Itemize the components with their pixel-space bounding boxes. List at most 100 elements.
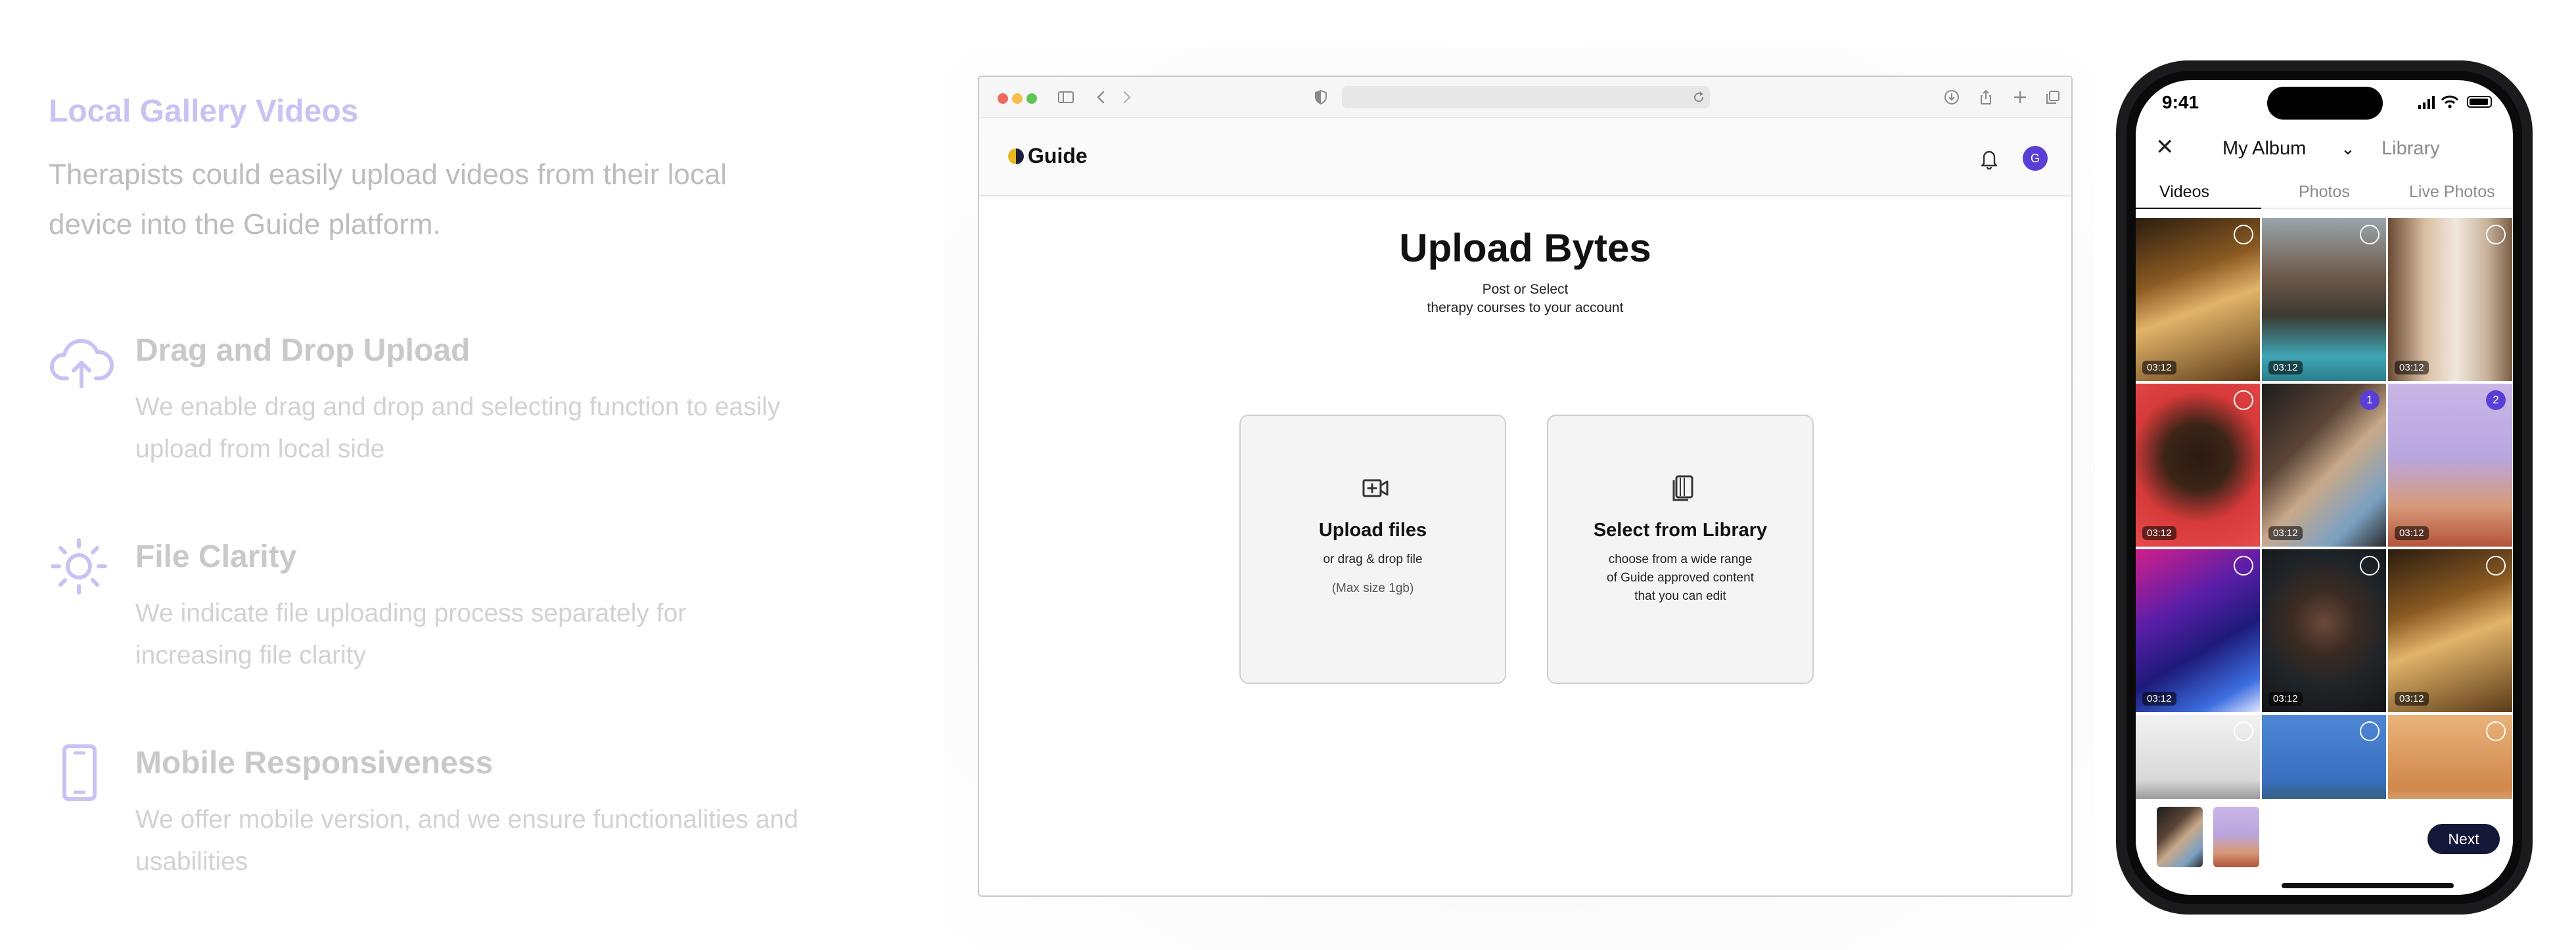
zoom-window-button[interactable] xyxy=(1026,93,1037,104)
video-duration: 03:12 xyxy=(2268,526,2303,540)
feature-description: We indicate file uploading process separ… xyxy=(135,599,687,669)
media-tile[interactable]: 03:12 xyxy=(2136,549,2260,712)
video-duration: 03:12 xyxy=(2142,692,2176,706)
shield-icon[interactable] xyxy=(1312,88,1330,106)
select-circle[interactable] xyxy=(2234,721,2253,741)
cloud-upload-icon xyxy=(49,338,114,388)
video-duration: 03:12 xyxy=(2142,361,2176,374)
active-tab-indicator xyxy=(2136,208,2261,209)
select-circle[interactable] xyxy=(2486,721,2506,741)
select-circle[interactable] xyxy=(2486,556,2506,576)
library-icon xyxy=(1672,475,1693,501)
feature-title: Drag and Drop Upload xyxy=(135,333,471,368)
subtitle-line: Post or Select xyxy=(1482,282,1569,297)
subtitle-line: therapy courses to your account xyxy=(1427,300,1624,315)
feature-column: Local Gallery Videos Therapists could ea… xyxy=(49,92,798,876)
select-library-card[interactable]: Select from Library choose from a wide r… xyxy=(1547,415,1814,684)
selection-number[interactable]: 1 xyxy=(2360,390,2380,410)
notification-bell-icon[interactable] xyxy=(1978,147,2000,170)
video-duration: 03:12 xyxy=(2268,692,2303,706)
card-title: Select from Library xyxy=(1593,520,1768,541)
signal-icon xyxy=(2418,96,2435,109)
card-line: choose from a wide range xyxy=(1608,553,1753,566)
feature-description: We offer mobile version, and we ensure f… xyxy=(135,805,798,876)
download-icon[interactable] xyxy=(1943,88,1961,106)
page-title: Upload Bytes xyxy=(1399,226,1651,270)
tab-videos[interactable]: Videos xyxy=(2159,183,2209,202)
selection-number[interactable]: 2 xyxy=(2486,390,2506,410)
selected-thumbnail[interactable] xyxy=(2213,807,2259,867)
share-icon[interactable] xyxy=(1977,88,1995,106)
hero-description: Therapists could easily upload videos fr… xyxy=(49,158,727,240)
tab-live-photos[interactable]: Live Photos xyxy=(2409,183,2495,202)
page: Local Gallery Videos Therapists could ea… xyxy=(0,0,2576,950)
selection-tray: Next xyxy=(2136,799,2513,895)
hero-title: Local Gallery Videos xyxy=(49,94,359,129)
new-tab-icon[interactable] xyxy=(2011,88,2029,106)
media-tile[interactable] xyxy=(2136,715,2260,799)
tabs-overview-icon[interactable] xyxy=(2044,88,2062,106)
select-circle[interactable] xyxy=(2486,225,2506,244)
select-circle[interactable] xyxy=(2360,556,2380,576)
media-tile[interactable]: 1 03:12 xyxy=(2262,384,2386,547)
next-button[interactable]: Next xyxy=(2427,824,2500,854)
address-bar[interactable] xyxy=(1342,86,1710,108)
browser-window: Guide G Upload Bytes Post or Select ther… xyxy=(978,76,2073,897)
video-duration: 03:12 xyxy=(2268,361,2303,374)
reload-icon[interactable] xyxy=(1691,90,1706,104)
minimize-window-button[interactable] xyxy=(1012,93,1023,104)
select-circle[interactable] xyxy=(2234,390,2253,410)
sidebar-icon[interactable] xyxy=(1057,88,1075,106)
home-indicator[interactable] xyxy=(2282,883,2454,888)
select-circle[interactable] xyxy=(2360,721,2380,741)
guide-logo[interactable]: Guide xyxy=(1008,144,1088,168)
battery-icon xyxy=(2467,96,2492,108)
sun-icon xyxy=(51,538,107,595)
chevron-down-icon[interactable]: ⌄ xyxy=(2341,135,2355,162)
forward-icon[interactable] xyxy=(1117,88,1136,106)
video-duration: 03:12 xyxy=(2395,526,2429,540)
media-tile[interactable]: 2 03:12 xyxy=(2388,384,2512,547)
media-tile[interactable]: 03:12 xyxy=(2388,549,2512,712)
card-line: of Guide approved content xyxy=(1607,571,1754,585)
status-time: 9:41 xyxy=(2162,92,2199,112)
select-circle[interactable] xyxy=(2360,225,2380,244)
media-tile[interactable] xyxy=(2262,715,2386,799)
tab-photos[interactable]: Photos xyxy=(2299,183,2350,202)
video-duration: 03:12 xyxy=(2142,526,2176,540)
back-icon[interactable] xyxy=(1092,88,1111,106)
close-window-button[interactable] xyxy=(998,93,1008,104)
close-icon[interactable]: ✕ xyxy=(2155,134,2174,160)
media-tile[interactable] xyxy=(2388,715,2512,799)
browser-toolbar xyxy=(979,77,2071,118)
video-duration: 03:12 xyxy=(2395,361,2429,374)
media-grid: 03:12 03:12 03:12 03:12 1 03:12 2 03:12 xyxy=(2136,218,2513,799)
app-header: Guide G xyxy=(979,118,2071,196)
status-icons xyxy=(2412,93,2497,110)
media-tile[interactable]: 03:12 xyxy=(2262,549,2386,712)
logo-text: Guide xyxy=(1028,144,1088,168)
album-selector[interactable]: My Album xyxy=(2222,135,2306,162)
card-title: Upload files xyxy=(1318,520,1427,541)
page-subtitle: Post or Select therapy courses to your a… xyxy=(979,281,2071,317)
tab-underline xyxy=(2136,208,2513,209)
media-tile[interactable]: 03:12 xyxy=(2136,218,2260,381)
phone-screen: 9:41 ✕ My Album ⌄ Library Videos Photos … xyxy=(2136,80,2513,895)
library-link[interactable]: Library xyxy=(2381,135,2440,162)
card-line: that you can edit xyxy=(1634,589,1726,603)
selected-thumbnail[interactable] xyxy=(2157,807,2203,867)
dynamic-island xyxy=(2267,87,2383,120)
user-avatar[interactable]: G xyxy=(2023,146,2048,171)
card-line: (Max size 1gb) xyxy=(1331,581,1414,595)
card-line: or drag & drop file xyxy=(1323,553,1423,566)
media-tile[interactable]: 03:12 xyxy=(2388,218,2512,381)
upload-files-card[interactable]: Upload files or drag & drop file (Max si… xyxy=(1239,415,1506,684)
media-tile[interactable]: 03:12 xyxy=(2262,218,2386,381)
select-circle[interactable] xyxy=(2234,556,2253,576)
video-plus-icon xyxy=(1362,479,1389,497)
media-tile[interactable]: 03:12 xyxy=(2136,384,2260,547)
video-duration: 03:12 xyxy=(2395,692,2429,706)
select-circle[interactable] xyxy=(2234,225,2253,244)
feature-description: We enable drag and drop and selecting fu… xyxy=(135,393,781,463)
logo-mark-icon xyxy=(1008,148,1024,164)
